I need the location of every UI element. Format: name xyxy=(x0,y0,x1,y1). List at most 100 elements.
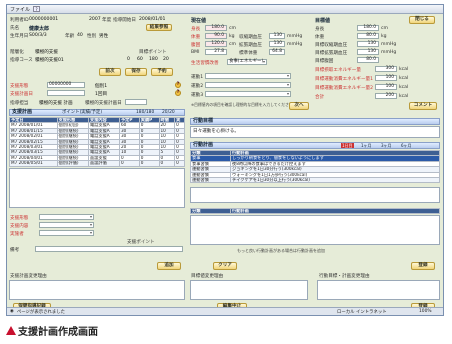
t-ex2-input[interactable]: 100 xyxy=(375,84,397,90)
action-plan-title: 行動計画 xyxy=(193,142,214,148)
remarks-input[interactable] xyxy=(35,246,183,252)
save-button[interactable]: 保存 xyxy=(125,68,147,76)
support-plan-table-wrap: 予定日 支援形態 支援内容 予定P 実績P 時間 実 M7 2008/01/01… xyxy=(9,116,185,167)
support-date-input[interactable] xyxy=(47,90,85,96)
action-plan-table: 分類 行動計画 食事 しっかり朝食をとり、間食をしないようにします 食事習慣 夜8時… xyxy=(190,149,440,184)
t-waist-input[interactable]: 80.0 xyxy=(357,57,379,63)
support-plan-table: 予定日 支援形態 支援内容 予定P 実績P 時間 実 M7 2008/01/01… xyxy=(9,116,185,167)
t-height-unit: cm xyxy=(381,26,389,31)
t-weight-input[interactable]: 80.0 xyxy=(357,33,379,39)
t-dia-unit: mmHg xyxy=(381,50,397,55)
support-staff-input[interactable] xyxy=(125,99,147,105)
t-height-input[interactable]: 180.0 xyxy=(357,25,379,31)
table-row[interactable]: M7 2008/05/01 個別(評価) 面談評価 0 0 0 0 xyxy=(9,160,185,167)
question-icon-2[interactable]: ? xyxy=(175,90,181,96)
weight-input[interactable]: 90.0 xyxy=(205,33,227,39)
height-input[interactable]: 180.0 xyxy=(205,25,227,31)
weight-unit: kg xyxy=(229,34,235,39)
activity3-label: 運動3 xyxy=(191,93,204,98)
waist-unit: cm xyxy=(229,42,237,47)
activity1-select[interactable] xyxy=(205,73,291,79)
action-goal-input[interactable]: 日々運動を心掛ける。 xyxy=(190,126,440,138)
bp-sys-input[interactable]: 130 xyxy=(269,33,285,39)
action-register-button[interactable]: 登録 xyxy=(411,262,435,270)
lower-form-label: 支援形態 xyxy=(10,216,29,221)
action-plan2-list[interactable] xyxy=(190,215,440,245)
plan-change-reason-box[interactable] xyxy=(9,280,185,300)
action-plan-empty-area xyxy=(190,187,440,203)
close-button[interactable]: 閉じる xyxy=(409,16,435,24)
bottom-note: もっと良い行動計画がある場合は行動計画を追加 xyxy=(237,248,325,253)
lifestyle-label: 生活習慣改善 xyxy=(191,61,219,66)
points-a: 0 xyxy=(127,57,130,62)
status-zoom[interactable]: 100% xyxy=(419,309,432,314)
t-energy-input[interactable]: 300 xyxy=(375,66,397,72)
col-plan-2[interactable]: 行動計画 xyxy=(230,207,440,215)
waist-input[interactable]: 120.0 xyxy=(205,41,227,47)
level-value: 積極的支援 xyxy=(35,50,58,55)
support-plan-points-value: 180/180 xyxy=(136,110,155,115)
lower-staff-select[interactable] xyxy=(39,230,94,236)
cell: 運動習慣 xyxy=(190,176,231,184)
cell: M7 2008/05/01 xyxy=(9,160,58,167)
schedule-button[interactable]: 予約 xyxy=(151,68,173,76)
support-plan-header: 支援計画 ポイント(実績/予定) 180/180 20/20 xyxy=(9,109,185,116)
cell: 面談評価 xyxy=(88,160,120,167)
t-dia-input[interactable]: 130 xyxy=(357,49,379,55)
target-values-title: 目標値 xyxy=(315,18,331,24)
target-change-reason-box[interactable] xyxy=(190,280,308,300)
points-label: 目標ポイント xyxy=(139,50,167,55)
guidance-start-label: 指導開始日 xyxy=(113,18,136,23)
activity3-select[interactable] xyxy=(205,91,291,97)
bp-dia-input[interactable]: 130 xyxy=(269,41,285,47)
clear-button[interactable]: クリア xyxy=(213,262,237,270)
action-goal-header: 行動目標 xyxy=(190,118,440,125)
support-plan-points-info: ポイント(実績/予定) xyxy=(62,110,103,115)
activity2-select[interactable] xyxy=(205,82,291,88)
result-view-button[interactable]: 結果参照 xyxy=(146,24,172,31)
fiscal-year-unit: 年度 xyxy=(102,18,112,23)
help-icon[interactable]: ? xyxy=(33,6,41,12)
menu-file[interactable]: ファイル xyxy=(10,6,30,13)
activity2-label: 運動2 xyxy=(191,84,204,89)
patient-id-label: 利用者ID xyxy=(10,18,29,23)
action-plan2-header-row: 分類 行動計画 xyxy=(190,207,440,215)
lifestyle-select[interactable]: 食事(エネルギー) xyxy=(227,59,267,65)
bmi-label: BMI xyxy=(191,50,200,55)
current-values-title: 現在値 xyxy=(191,18,207,24)
patient-name-label: 氏名 xyxy=(10,26,20,31)
menu-bar: ファイル ? xyxy=(7,5,443,14)
support-form-input[interactable]: 00000000 xyxy=(47,82,85,88)
status-text: ページが表示されました xyxy=(16,309,66,315)
support-staff-right: 積極的支援 計画 xyxy=(39,101,73,106)
col-category-2[interactable]: 分類 xyxy=(190,207,231,215)
points-d: 20 xyxy=(163,57,169,62)
std-weight-label: 標準体重 xyxy=(239,51,258,56)
support-plan-empty-area xyxy=(9,168,185,208)
question-icon[interactable]: ? xyxy=(175,82,181,88)
t-total-input: 200 xyxy=(375,93,397,99)
status-bar: ◉ ページが表示されました ローカル イントラネット 100% xyxy=(7,307,443,315)
legend-6m: 6ヶ月 xyxy=(401,143,412,148)
action-change-reason-box[interactable] xyxy=(317,280,440,300)
action-plan-table2: 分類 行動計画 xyxy=(190,207,440,215)
status-zone: ローカル イントラネット xyxy=(337,309,387,315)
lower-content-select[interactable] xyxy=(39,222,94,228)
comment-button[interactable]: コメント xyxy=(409,102,437,110)
t-sys-input[interactable]: 130 xyxy=(357,41,379,47)
lower-form-select[interactable] xyxy=(39,214,94,220)
caption-text: 支援計画作成画面 xyxy=(18,327,98,338)
support-staff-extra: 積極的支援計画日 xyxy=(85,101,122,106)
t-weight-label: 体重 xyxy=(315,35,325,40)
prev-button[interactable]: 前次 xyxy=(99,68,121,76)
action-change-reason-label: 行動目標・計画変更理由 xyxy=(319,274,370,279)
support-plan-title: 支援計画 xyxy=(12,109,33,115)
cell: 0 xyxy=(174,160,185,167)
course-label: 指導コース xyxy=(10,58,33,63)
next-button[interactable]: 次へ xyxy=(289,102,309,110)
fiscal-year: 2007 xyxy=(89,17,101,22)
table-row[interactable]: 運動習慣 テイクケアを1日30分以上行う(300kcal) xyxy=(190,176,440,184)
t-ex1-input[interactable]: 100 xyxy=(375,75,397,81)
add-button[interactable]: 追加 xyxy=(157,262,181,270)
points-b: 60 xyxy=(137,57,143,62)
